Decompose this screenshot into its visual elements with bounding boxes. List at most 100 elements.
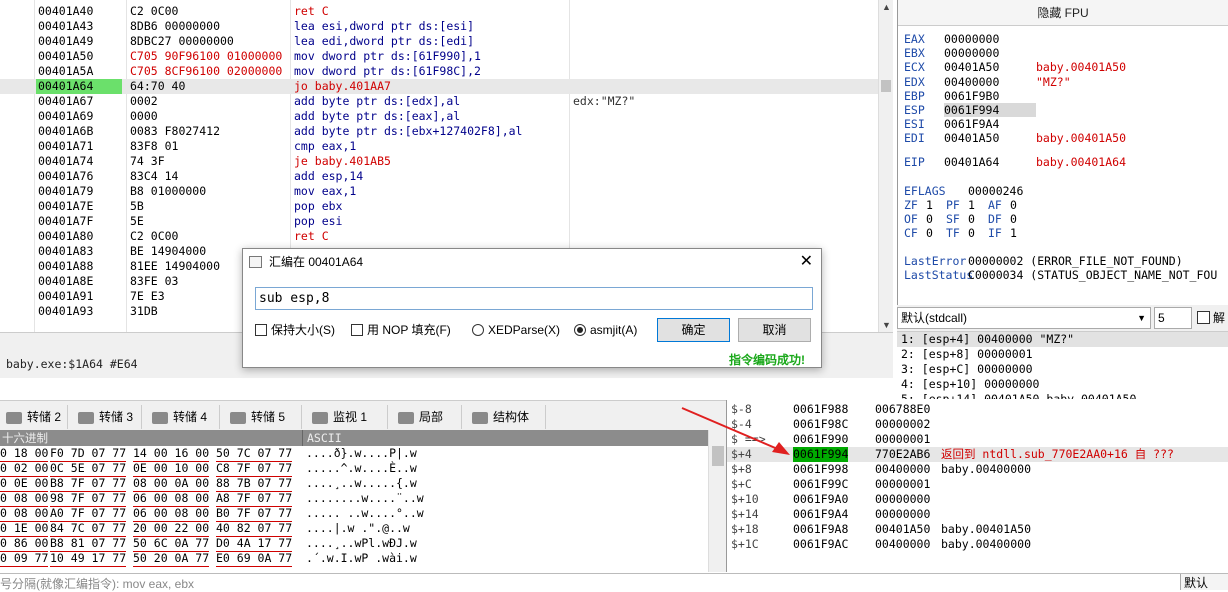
disasm-row[interactable]: 00401A7E 5B pop ebx [0,199,878,214]
register-row[interactable]: EAX 00000000 [904,32,1036,46]
register-value[interactable]: 00401A64 [944,155,1036,169]
disasm-row[interactable]: 00401A49 8DBC27 00000000 lea edi,dword ptr… [0,34,878,49]
ok-button[interactable]: 确定 [657,318,730,342]
tab-2[interactable]: 转储 4 [146,405,220,429]
tab-5[interactable]: 局部 [392,405,462,429]
register-value[interactable]: 00000000 [944,32,1036,46]
tab-1[interactable]: 转储 3 [72,405,142,429]
dump-row[interactable]: 0 1E 00 84 7C 07 77 20 00 22 00 40 82 07 77… [0,521,708,537]
close-icon[interactable]: ✕ [800,249,813,275]
register-row[interactable]: ECX 00401A50 baby.00401A50 [904,60,1126,74]
stack-row[interactable]: $+C 0061F99C 00000001 [727,477,1228,492]
dump-row[interactable]: 0 08 00 98 7F 07 77 06 00 08 00 A8 7F 07 77… [0,491,708,507]
register-row[interactable]: EIP 00401A64 baby.00401A64 [904,155,1126,169]
disasm-row[interactable]: 00401A64 64:70 40 jo baby.401AA7 [0,79,878,94]
asmjit-label: asmjit(A) [590,323,638,337]
calling-convention-select[interactable]: 默认(stdcall) ▼ [897,307,1151,329]
assembly-input[interactable]: sub esp,8 [255,287,813,310]
register-row[interactable]: ESP 0061F994 [904,103,1036,117]
flag-value[interactable]: 0 [968,226,988,240]
xedparse-radio[interactable]: XEDParse(X) [472,322,560,338]
asmjit-radio[interactable]: asmjit(A) [574,322,637,338]
disasm-row[interactable]: 00401A69 0000 add byte ptr ds:[eax],al [0,109,878,124]
tab-6[interactable]: 结构体 [466,405,546,429]
dump-row[interactable]: 0 09 77 10 49 17 77 50 20 0A 77 E0 69 0A 77… [0,551,708,567]
arg-count-stepper[interactable]: 5 [1154,307,1192,329]
dump-tabs: 转储 2 转储 3 转储 4 转储 5 监视 1 局部 结构体 [0,400,726,430]
register-value[interactable]: 00401A50 [944,60,1036,74]
register-value[interactable]: 0061F9A4 [944,117,1036,131]
scroll-thumb[interactable] [881,80,891,92]
stack-row[interactable]: $-4 0061F98C 00000002 [727,417,1228,432]
scroll-up-icon[interactable]: ▲ [882,2,891,12]
stack-view[interactable]: $-8 0061F988 006788E0 $-4 0061F98C 00000002 $ … [726,400,1228,572]
stack-arg-row[interactable]: 3: [esp+C] 00000000 [897,362,1228,377]
register-row[interactable]: EBX 00000000 [904,46,1036,60]
register-value[interactable]: 00000000 [944,46,1036,60]
register-value[interactable]: 00401A50 [944,131,1036,145]
dump-row[interactable]: 0 18 00 F0 7D 07 77 14 00 16 00 50 7C 07 77… [0,446,708,462]
scroll-down-icon[interactable]: ▼ [882,320,891,330]
scroll-thumb[interactable] [712,446,724,466]
stack-row[interactable]: $+14 0061F9A4 00000000 [727,507,1228,522]
nop-fill-checkbox[interactable]: 用 NOP 填充(F) [351,322,451,338]
register-value[interactable]: 0061F9B0 [944,89,1036,103]
flag-value[interactable]: 0 [968,212,988,226]
command-input[interactable]: 号分隔(就像汇编指令): mov eax, ebx [0,575,194,592]
dump-row[interactable]: 0 02 00 0C 5E 07 77 0E 00 10 00 C8 7F 07 77… [0,461,708,477]
flag-value[interactable]: 0 [1010,212,1030,226]
disasm-row[interactable]: 00401A76 83C4 14 add esp,14 [0,169,878,184]
disasm-row[interactable]: 00401A80 C2 0C00 ret C [0,229,878,244]
flag-value[interactable]: 1 [968,198,988,212]
command-mode-select[interactable]: 默认 [1180,574,1228,590]
memory-dump[interactable]: 0 18 00 F0 7D 07 77 14 00 16 00 50 7C 07 77… [0,446,708,572]
keep-size-checkbox[interactable]: 保持大小(S) [255,322,335,338]
disasm-row[interactable]: 00401A40 C2 0C00 ret C [0,4,878,19]
flag-value[interactable]: 1 [1010,226,1030,240]
dump-scrollbar[interactable] [708,430,726,572]
cancel-button[interactable]: 取消 [738,318,811,342]
flag-value[interactable]: 0 [1010,198,1030,212]
dump-hex: 0C 5E 07 77 [50,461,127,477]
dump-row[interactable]: 0 0E 00 B8 7F 07 77 08 00 0A 00 88 7B 07 77… [0,476,708,492]
hide-fpu-button[interactable]: 隐藏 FPU [898,0,1228,26]
tab-3[interactable]: 转储 5 [224,405,302,429]
disasm-row[interactable]: 00401A5A C705 8CF96100 02000000 mov dword … [0,64,878,79]
stack-row[interactable]: $+1C 0061F9AC 00400000 baby.00400000 [727,537,1228,552]
stack-row[interactable]: $+10 0061F9A0 00000000 [727,492,1228,507]
stack-row[interactable]: $-8 0061F988 006788E0 [727,402,1228,417]
stack-arg-row[interactable]: 1: [esp+4] 00400000 "MZ?" [897,332,1228,347]
register-row[interactable]: EDI 00401A50 baby.00401A50 [904,131,1126,145]
disasm-scrollbar[interactable]: ▲ ▼ [878,0,893,332]
unlock-checkbox[interactable] [1197,311,1210,324]
disasm-row[interactable]: 00401A71 83F8 01 cmp eax,1 [0,139,878,154]
eflags-row[interactable]: EFLAGS 00000246 [904,184,1023,198]
stack-row[interactable]: $+18 0061F9A8 00401A50 baby.00401A50 [727,522,1228,537]
register-row[interactable]: EDX 00400000 "MZ?" [904,75,1071,89]
disasm-row[interactable]: 00401A67 0002 add byte ptr ds:[edx],al edx:… [0,94,878,109]
register-value[interactable]: 0061F994 [944,103,1036,117]
disasm-row[interactable]: 00401A79 B8 01000000 mov eax,1 [0,184,878,199]
disasm-row[interactable]: 00401A6B 0083 F8027412 add byte ptr ds:[eb… [0,124,878,139]
register-value[interactable]: 00400000 [944,75,1036,89]
stack-row[interactable]: $+8 0061F998 00400000 baby.00400000 [727,462,1228,477]
eflags-value[interactable]: 00000246 [968,184,1023,198]
disasm-row[interactable]: 00401A74 74 3F je baby.401AB5 [0,154,878,169]
register-row[interactable]: ESI 0061F9A4 [904,117,1036,131]
stack-arg-row[interactable]: 2: [esp+8] 00000001 [897,347,1228,362]
tab-0[interactable]: 转储 2 [0,405,68,429]
stack-arg-row[interactable]: 5: [esp+14] 00401A50 baby.00401A50 [897,392,1228,399]
flag-value[interactable]: 1 [926,198,946,212]
tab-4[interactable]: 监视 1 [306,405,388,429]
disasm-row[interactable]: 00401A7F 5E pop esi [0,214,878,229]
stack-row[interactable]: $+4 0061F994 770E2AB6 返回到 ntdll.sub_770E2AA… [727,447,1228,462]
stack-row[interactable]: $ ==> 0061F990 00000001 [727,432,1228,447]
flag-value[interactable]: 0 [926,212,946,226]
flag-value[interactable]: 0 [926,226,946,240]
disasm-row[interactable]: 00401A43 8DB6 00000000 lea esi,dword ptr d… [0,19,878,34]
dump-row[interactable]: 0 86 00 B8 81 07 77 50 6C 0A 77 D0 4A 17 77… [0,536,708,552]
dump-row[interactable]: 0 08 00 A0 7F 07 77 06 00 08 00 B0 7F 07 77… [0,506,708,522]
stack-arg-row[interactable]: 4: [esp+10] 00000000 [897,377,1228,392]
disasm-row[interactable]: 00401A50 C705 90F96100 01000000 mov dword … [0,49,878,64]
register-row[interactable]: EBP 0061F9B0 [904,89,1036,103]
